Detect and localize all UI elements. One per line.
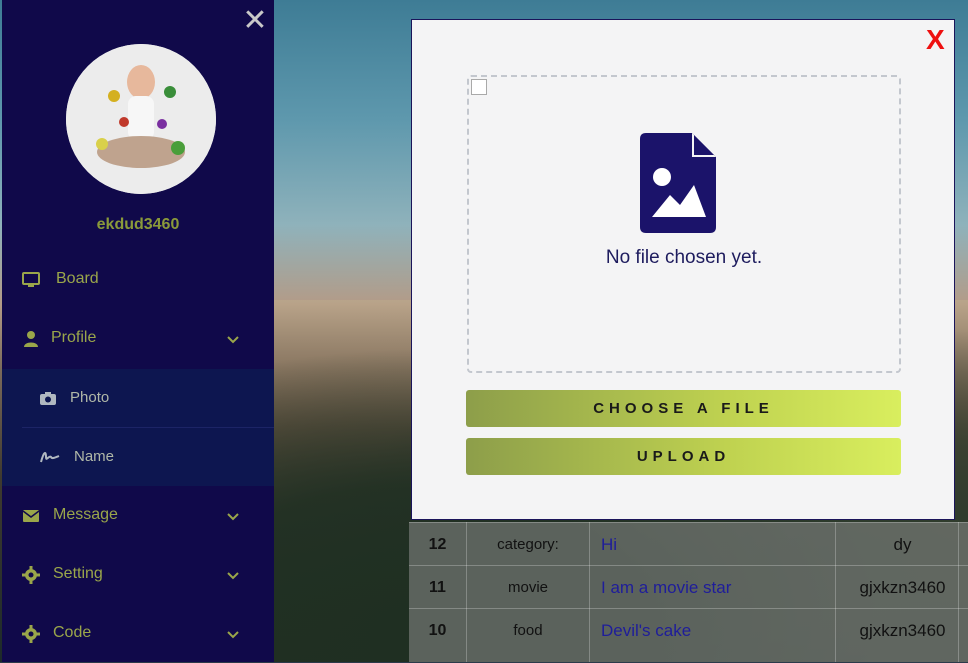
signature-icon <box>40 452 60 463</box>
file-status-text: No file chosen yet. <box>605 247 763 268</box>
sidebar-item-code[interactable]: Code <box>2 605 274 663</box>
choose-file-button[interactable]: CHOOSE A FILE <box>466 390 901 427</box>
avatar <box>66 44 216 194</box>
sidebar: ✕ ekdud3460 Board Profile Photo Name Mes… <box>2 0 274 662</box>
row-author: gjxkzn3460 <box>859 578 946 597</box>
sidebar-item-label: Board <box>56 270 99 287</box>
table-divider <box>835 522 836 662</box>
camera-icon <box>40 392 56 405</box>
upload-button[interactable]: UPLOAD <box>466 438 901 475</box>
upload-modal: X No file chosen yet. CHOOSE A FILE UPLO… <box>411 19 955 520</box>
gear-icon <box>22 625 40 643</box>
username: ekdud3460 <box>96 216 180 233</box>
chevron-down-icon <box>227 631 239 639</box>
row-title-link[interactable]: Devil's cake <box>601 609 841 652</box>
chevron-down-icon <box>227 336 239 344</box>
sidebar-item-label: Setting <box>53 565 103 582</box>
row-number: 12 <box>428 536 447 553</box>
sidebar-item-profile[interactable]: Profile <box>2 310 274 368</box>
submenu-item-label: Name <box>74 448 115 465</box>
row-author: dy <box>893 535 912 554</box>
sidebar-item-message[interactable]: Message <box>2 487 274 545</box>
table-divider <box>589 522 590 662</box>
modal-close-button[interactable]: X <box>926 26 950 54</box>
table-divider <box>958 522 959 662</box>
table-divider <box>466 522 467 662</box>
row-number: 10 <box>428 622 447 639</box>
user-icon <box>24 331 38 347</box>
row-category: movie <box>507 579 548 596</box>
sidebar-item-board[interactable]: Board <box>2 251 274 309</box>
table-row[interactable]: 11 movie I am a movie star gjxkzn3460 <box>409 565 968 609</box>
row-author: gjxkzn3460 <box>859 621 946 640</box>
row-title-link[interactable]: I am a movie star <box>601 566 841 609</box>
broken-image-icon <box>471 79 487 95</box>
sidebar-item-label: Profile <box>51 329 97 346</box>
chevron-down-icon <box>227 513 239 521</box>
table-row[interactable]: 12 category: Hi dy <box>409 522 968 566</box>
file-dropzone[interactable]: No file chosen yet. <box>467 75 901 373</box>
row-category: category: <box>497 536 559 553</box>
posts-table: 12 category: Hi dy 11 movie I am a movie… <box>409 522 968 662</box>
gear-icon <box>22 566 40 584</box>
sidebar-item-setting[interactable]: Setting <box>2 546 274 604</box>
chevron-down-icon <box>227 572 239 580</box>
row-category: food <box>513 622 543 639</box>
file-image-icon <box>640 133 716 233</box>
avatar-photo <box>66 44 216 194</box>
envelope-icon <box>22 510 40 522</box>
submenu-item-photo[interactable]: Photo <box>22 369 274 427</box>
sidebar-item-label: Code <box>53 624 92 641</box>
submenu-item-label: Photo <box>70 389 110 406</box>
row-title-link[interactable]: Hi <box>601 523 841 566</box>
profile-submenu: Photo Name <box>2 369 274 486</box>
submenu-item-name[interactable]: Name <box>22 428 274 486</box>
table-row[interactable]: 10 food Devil's cake gjxkzn3460 <box>409 608 968 652</box>
sidebar-item-label: Message <box>53 506 118 523</box>
sidebar-close-icon[interactable]: ✕ <box>242 6 268 36</box>
monitor-icon <box>22 272 40 287</box>
row-number: 11 <box>429 579 446 596</box>
